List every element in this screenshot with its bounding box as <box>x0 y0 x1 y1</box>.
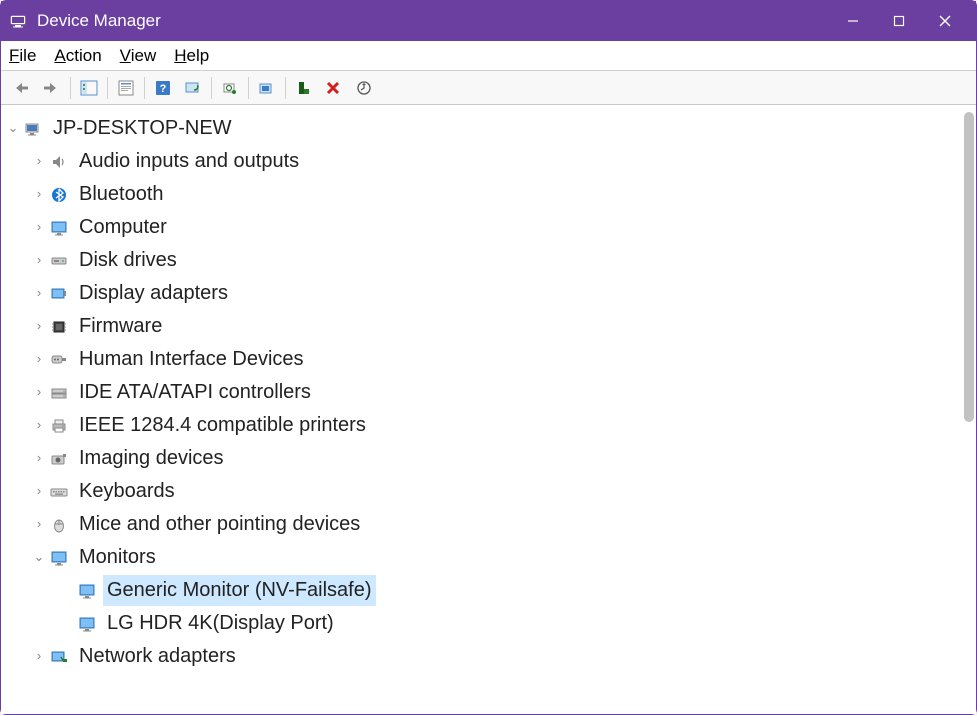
update-driver-button[interactable] <box>215 74 245 102</box>
network-icon <box>49 647 69 667</box>
tree-category-3[interactable]: › Disk drives <box>5 244 972 277</box>
tree-device-12-1[interactable]: LG HDR 4K(Display Port) <box>5 607 972 640</box>
device-manager-icon <box>9 12 27 30</box>
titlebar: Device Manager <box>1 1 976 41</box>
window-title: Device Manager <box>37 11 830 31</box>
tree-item-label: Disk drives <box>75 245 181 276</box>
expand-icon[interactable]: › <box>31 646 47 666</box>
expand-icon[interactable]: › <box>31 415 47 435</box>
scrollbar[interactable] <box>964 112 974 422</box>
expand-icon[interactable]: › <box>31 316 47 336</box>
menu-action[interactable]: Action <box>54 46 101 66</box>
tree-item-label: Display adapters <box>75 278 232 309</box>
monitor-icon <box>49 548 69 568</box>
expand-icon[interactable]: › <box>31 448 47 468</box>
svg-text:?: ? <box>160 83 167 95</box>
ide-icon <box>49 383 69 403</box>
tree-item-label: Imaging devices <box>75 443 228 474</box>
minimize-button[interactable] <box>830 1 876 41</box>
chip-icon <box>49 317 69 337</box>
collapse-icon[interactable]: ⌄ <box>31 547 47 567</box>
menu-help[interactable]: Help <box>174 46 209 66</box>
tree-category-5[interactable]: › Firmware <box>5 310 972 343</box>
root-icon <box>23 119 43 139</box>
tree-category-7[interactable]: › IDE ATA/ATAPI controllers <box>5 376 972 409</box>
tree-category-0[interactable]: › Audio inputs and outputs <box>5 145 972 178</box>
tree-category-2[interactable]: › Computer <box>5 211 972 244</box>
speaker-icon <box>49 152 69 172</box>
tree-item-label: IDE ATA/ATAPI controllers <box>75 377 315 408</box>
tree-item-label: Network adapters <box>75 641 240 672</box>
device-tree[interactable]: ⌄JP-DESKTOP-NEW›Audio inputs and outputs… <box>1 106 976 714</box>
menu-file[interactable]: File <box>9 46 36 66</box>
tree-item-label: JP-DESKTOP-NEW <box>49 113 236 144</box>
enable-device-button[interactable] <box>289 74 319 102</box>
uninstall-device-button[interactable] <box>252 74 282 102</box>
tree-item-label: Firmware <box>75 311 166 342</box>
tree-item-label: IEEE 1284.4 compatible printers <box>75 410 370 441</box>
display-adapter-icon <box>49 284 69 304</box>
expand-icon[interactable]: › <box>31 349 47 369</box>
add-legacy-hardware-button[interactable] <box>349 74 379 102</box>
tree-category-11[interactable]: › Mice and other pointing devices <box>5 508 972 541</box>
expand-icon[interactable]: › <box>31 283 47 303</box>
printer-icon <box>49 416 69 436</box>
forward-button[interactable] <box>37 74 67 102</box>
tree-item-label: Bluetooth <box>75 179 168 210</box>
tree-root[interactable]: ⌄ JP-DESKTOP-NEW <box>5 112 972 145</box>
content-area: ⌄JP-DESKTOP-NEW›Audio inputs and outputs… <box>1 105 976 714</box>
close-button[interactable] <box>922 1 968 41</box>
scan-hardware-button[interactable] <box>178 74 208 102</box>
tree-item-label: Generic Monitor (NV-Failsafe) <box>103 575 376 606</box>
tree-category-13[interactable]: › Network adapters <box>5 640 972 673</box>
tree-category-4[interactable]: › Display adapters <box>5 277 972 310</box>
mouse-icon <box>49 515 69 535</box>
monitor-icon <box>77 614 97 634</box>
menu-view[interactable]: View <box>120 46 157 66</box>
maximize-button[interactable] <box>876 1 922 41</box>
expand-icon[interactable]: › <box>31 217 47 237</box>
tree-item-label: LG HDR 4K(Display Port) <box>103 608 338 639</box>
bluetooth-icon <box>49 185 69 205</box>
tree-item-label: Audio inputs and outputs <box>75 146 303 177</box>
tree-item-label: Human Interface Devices <box>75 344 308 375</box>
tree-item-label: Keyboards <box>75 476 179 507</box>
tree-item-label: Computer <box>75 212 171 243</box>
monitor-icon <box>49 218 69 238</box>
tree-category-6[interactable]: › Human Interface Devices <box>5 343 972 376</box>
disk-icon <box>49 251 69 271</box>
keyboard-icon <box>49 482 69 502</box>
toolbar: ? <box>1 71 976 105</box>
tree-device-12-0[interactable]: Generic Monitor (NV-Failsafe) <box>5 574 972 607</box>
tree-category-8[interactable]: › IEEE 1284.4 compatible printers <box>5 409 972 442</box>
expand-icon[interactable]: › <box>31 481 47 501</box>
collapse-icon[interactable]: ⌄ <box>5 118 21 138</box>
tree-category-10[interactable]: › Keyboards <box>5 475 972 508</box>
properties-button[interactable] <box>111 74 141 102</box>
window-controls <box>830 1 968 41</box>
tree-item-label: Mice and other pointing devices <box>75 509 364 540</box>
back-button[interactable] <box>7 74 37 102</box>
expand-icon[interactable]: › <box>31 250 47 270</box>
expand-icon[interactable]: › <box>31 514 47 534</box>
hid-icon <box>49 350 69 370</box>
camera-icon <box>49 449 69 469</box>
tree-item-label: Monitors <box>75 542 160 573</box>
expand-icon[interactable]: › <box>31 151 47 171</box>
expand-icon[interactable]: › <box>31 382 47 402</box>
help-button[interactable]: ? <box>148 74 178 102</box>
expand-icon[interactable]: › <box>31 184 47 204</box>
tree-category-12[interactable]: ⌄ Monitors <box>5 541 972 574</box>
monitor-icon <box>77 581 97 601</box>
tree-category-9[interactable]: › Imaging devices <box>5 442 972 475</box>
disable-device-button[interactable] <box>319 74 349 102</box>
tree-category-1[interactable]: › Bluetooth <box>5 178 972 211</box>
menubar: File Action View Help <box>1 41 976 71</box>
show-hide-console-tree-button[interactable] <box>74 74 104 102</box>
